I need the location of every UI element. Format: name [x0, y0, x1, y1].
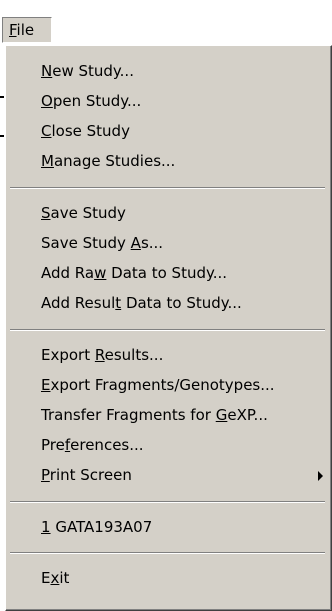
menu-item-exit[interactable]: Exit	[41, 563, 321, 593]
file-dropdown-menu: New Study... Open Study... Close Study M…	[5, 45, 332, 611]
file-menu-title[interactable]: File	[2, 17, 52, 43]
menu-item-save-study-as[interactable]: Save Study As...	[41, 228, 321, 258]
menu-item-close-study[interactable]: Close Study	[41, 116, 321, 146]
menu-item-preferences[interactable]: Preferences...	[41, 430, 321, 460]
menu-item-export-results[interactable]: Export Results...	[41, 340, 321, 370]
menu-bar: File	[0, 0, 332, 46]
menu-item-recent-file-1[interactable]: 1 GATA193A07	[41, 512, 321, 542]
menu-item-print-screen[interactable]: Print Screen	[41, 460, 323, 490]
window-edge-mark	[0, 135, 4, 137]
menu-separator	[10, 329, 325, 331]
file-label-rest: ile	[16, 21, 35, 39]
menu-separator	[10, 552, 325, 554]
menu-item-new-study[interactable]: New Study...	[41, 56, 321, 86]
menu-separator	[10, 187, 325, 189]
menu-separator	[10, 501, 325, 503]
submenu-arrow-icon	[318, 471, 323, 481]
file-mnemonic: F	[9, 21, 17, 39]
menu-item-manage-studies[interactable]: Manage Studies...	[41, 146, 321, 176]
menu-item-add-result-data[interactable]: Add Result Data to Study...	[41, 288, 321, 318]
window-edge-mark	[0, 96, 4, 98]
menu-item-add-raw-data[interactable]: Add Raw Data to Study...	[41, 258, 321, 288]
menu-item-save-study[interactable]: Save Study	[41, 198, 321, 228]
menu-item-export-fragments-genotypes[interactable]: Export Fragments/Genotypes...	[41, 370, 321, 400]
menu-item-transfer-fragments-gexp[interactable]: Transfer Fragments for GeXP...	[41, 400, 321, 430]
menu-item-open-study[interactable]: Open Study...	[41, 86, 321, 116]
